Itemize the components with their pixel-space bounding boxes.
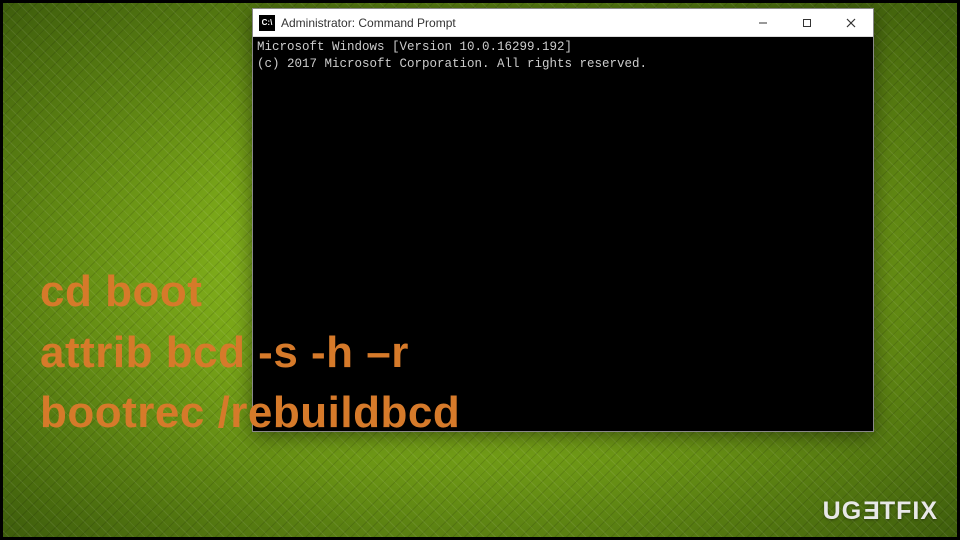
command-overlay: cd boot attrib bcd -s -h –r bootrec /reb…: [40, 262, 460, 444]
minimize-icon: [758, 18, 768, 28]
close-button[interactable]: [829, 9, 873, 36]
close-icon: [846, 18, 856, 28]
cmd-icon: C:\: [259, 15, 275, 31]
window-titlebar[interactable]: C:\ Administrator: Command Prompt: [253, 9, 873, 37]
overlay-line-1: cd boot: [40, 262, 460, 323]
watermark-logo: UGETFIX: [823, 497, 938, 526]
maximize-icon: [802, 18, 812, 28]
minimize-button[interactable]: [741, 9, 785, 36]
window-title: Administrator: Command Prompt: [281, 16, 741, 30]
watermark-part2: TFIX: [880, 497, 938, 525]
window-controls: [741, 9, 873, 36]
console-line: Microsoft Windows [Version 10.0.16299.19…: [257, 40, 572, 54]
console-line: (c) 2017 Microsoft Corporation. All righ…: [257, 57, 647, 71]
watermark-flipped-e: E: [862, 497, 880, 526]
overlay-line-3: bootrec /rebuildbcd: [40, 383, 460, 444]
overlay-line-2: attrib bcd -s -h –r: [40, 323, 460, 384]
maximize-button[interactable]: [785, 9, 829, 36]
watermark-part1: UG: [823, 497, 863, 525]
